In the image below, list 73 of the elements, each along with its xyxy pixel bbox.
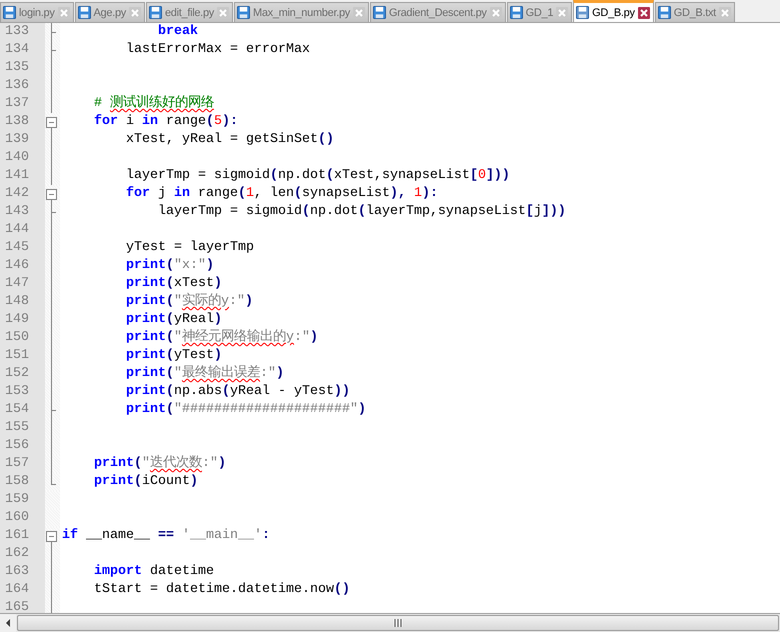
line-number: 144 — [0, 221, 45, 239]
code-line: print("x:") — [124, 257, 214, 275]
file-tab[interactable]: edit_file.py — [146, 2, 233, 22]
code-line: # 测试训练好的网络 — [92, 95, 214, 113]
code-line: print(yReal) — [124, 311, 222, 328]
line-number: 145 — [0, 239, 45, 257]
line-number: 161 — [0, 527, 45, 545]
line-number: 151 — [0, 347, 45, 365]
line-number: 135 — [0, 59, 45, 77]
code-line: print(yTest) — [124, 347, 222, 364]
line-number: 148 — [0, 293, 45, 311]
code-line: break — [156, 23, 198, 41]
code-line: yTest = layerTmp — [124, 239, 254, 257]
line-number: 154 — [0, 401, 45, 419]
file-tab[interactable]: GD_B.py — [573, 0, 654, 22]
line-number: 162 — [0, 545, 45, 563]
code-line: lastErrorMax = errorMax — [124, 41, 310, 59]
code-line: if __name__ == '__main__': — [61, 527, 270, 545]
file-tab[interactable]: Max_min_number.py — [234, 2, 369, 22]
line-number: 138 — [0, 113, 45, 131]
code-line: print("#####################") — [124, 401, 366, 419]
line-number: 137 — [0, 95, 45, 113]
line-number: 142 — [0, 185, 45, 203]
code-line: layerTmp = sigmoid(np.dot(layerTmp,synapseList[j])) — [156, 203, 566, 221]
code-line: xTest, yReal = getSinSet() — [124, 131, 334, 149]
line-number: 158 — [0, 473, 45, 491]
line-number: 164 — [0, 581, 45, 599]
line-number: 157 — [0, 455, 45, 473]
code-line: print("最终输出误差:") — [124, 365, 284, 383]
file-tab[interactable]: login.py — [0, 2, 74, 22]
code-line: print("实际的y:") — [124, 293, 253, 311]
line-number: 155 — [0, 419, 45, 437]
code-line: print(iCount) — [92, 473, 198, 491]
line-number: 147 — [0, 275, 45, 293]
line-number: 143 — [0, 203, 45, 221]
line-number: 133 — [0, 23, 45, 41]
line-number: 146 — [0, 257, 45, 275]
fold-branch-line — [51, 401, 56, 419]
code-line: print("神经元网络输出的y:") — [124, 329, 318, 347]
horizontal-scrollbar[interactable] — [0, 613, 780, 632]
grip-icon — [394, 619, 402, 627]
line-number: 149 — [0, 311, 45, 329]
code-line: for i in range(5): — [92, 113, 238, 131]
fold-margin — [45, 491, 60, 509]
line-number: 152 — [0, 365, 45, 383]
code-line: layerTmp = sigmoid(np.dot(xTest,synapseList[0])) — [124, 167, 510, 185]
file-tab[interactable]: GD_1 — [506, 2, 572, 22]
code-line: for j in range(1, len(synapseList), 1): — [124, 185, 438, 203]
file-tab[interactable]: Gradient_Descent.py — [370, 2, 506, 22]
fold-end-line — [51, 473, 56, 485]
line-number: 136 — [0, 77, 45, 95]
line-number: 156 — [0, 437, 45, 455]
fold-margin — [45, 509, 60, 527]
line-number: 160 — [0, 509, 45, 527]
fold-branch-line — [51, 203, 56, 221]
line-number: 141 — [0, 167, 45, 185]
line-number: 159 — [0, 491, 45, 509]
code-line: print(xTest) — [124, 275, 222, 292]
file-tab[interactable]: Age.py — [74, 2, 145, 22]
code-line: import datetime — [92, 563, 214, 581]
line-number: 153 — [0, 383, 45, 401]
line-number: 134 — [0, 41, 45, 59]
code-line: print(np.abs(yReal - yTest)) — [124, 383, 350, 401]
left-arrow-icon[interactable] — [5, 619, 11, 627]
line-number: 165 — [0, 599, 45, 613]
close-icon[interactable] — [638, 6, 650, 18]
line-number: 163 — [0, 563, 45, 581]
line-number: 139 — [0, 131, 45, 149]
file-tab[interactable]: GD_B.txt — [654, 2, 735, 22]
code-line: print("迭代次数:") — [92, 455, 226, 473]
line-number: 150 — [0, 329, 45, 347]
line-number: 140 — [0, 149, 45, 167]
code-line: tStart = datetime.datetime.now() — [92, 581, 350, 599]
